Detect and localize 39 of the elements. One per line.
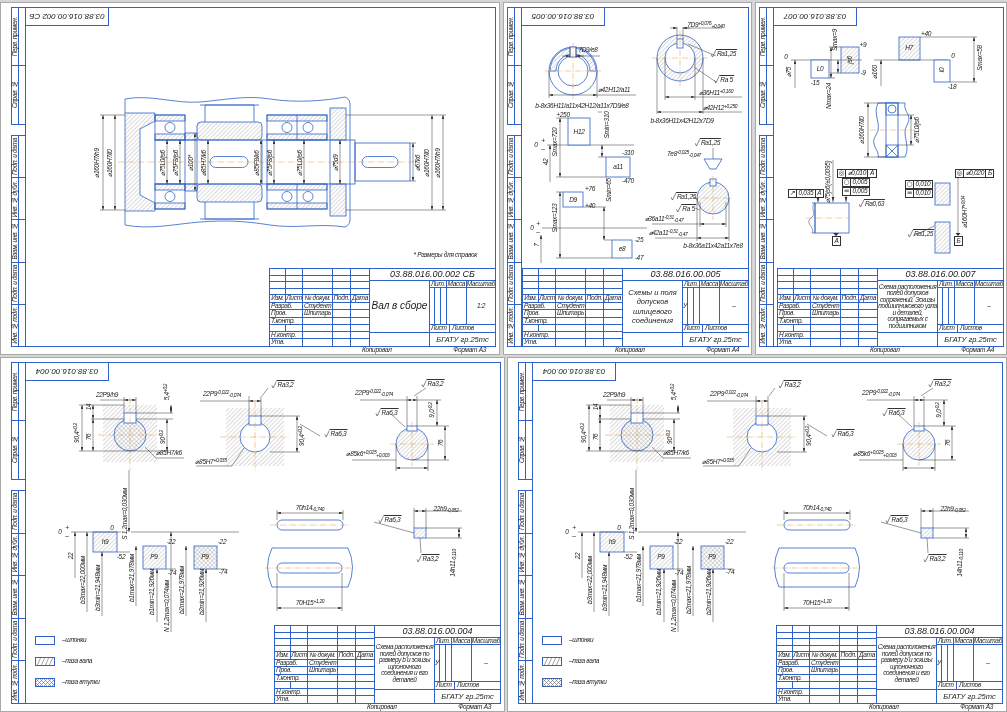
drawing-number-stamp: 03.88.016.00.005 <box>522 8 605 26</box>
roughness-sign-icon <box>882 409 888 416</box>
hatched-swatch-icon <box>35 657 55 666</box>
cross-hatched-swatch-icon <box>35 678 55 687</box>
roughness-sign-icon <box>694 139 700 146</box>
drawing-title: Вал в сборе <box>371 300 428 313</box>
roughness-sign-icon <box>923 555 929 562</box>
roughness-sign-icon <box>324 430 330 437</box>
roughness-sign-icon <box>907 230 913 237</box>
plain-swatch-icon <box>35 636 55 645</box>
roughness-sign-icon <box>831 430 837 437</box>
roughness-sign-icon <box>928 380 934 387</box>
drawing-number: 03.88.016.00.004 <box>402 627 473 636</box>
drawing-number-stamp: 03.88.016.00.004 <box>26 363 109 381</box>
roughness-sign-icon <box>885 516 891 523</box>
drawing-number-stamp: 03.88.016.00.004 <box>533 363 616 381</box>
drawing-number-stamp: 03.88.016.00.002 СБ <box>26 8 109 26</box>
shaft-journal-drawing <box>805 202 851 234</box>
cross-hatched-swatch-icon <box>542 678 562 687</box>
hatched-swatch-icon <box>542 657 562 666</box>
roughness-sign-icon <box>378 516 384 523</box>
drawing-number: 03.88.016.00.004 <box>904 627 975 636</box>
plain-swatch-icon <box>542 636 562 645</box>
roughness-sign-icon <box>375 409 381 416</box>
dimension-line <box>831 159 835 203</box>
roughness-sign-icon <box>778 381 784 388</box>
roughness-sign-icon <box>421 380 427 387</box>
roughness-sign-icon <box>271 381 277 388</box>
drawing-number: 03.88.016.00.002 СБ <box>390 270 475 279</box>
roughness-sign-icon <box>710 50 716 57</box>
drawing-number-stamp: 03.88.016.00.007 <box>774 8 857 26</box>
roughness-sign-icon <box>714 76 720 83</box>
roughness-sign-icon <box>858 200 864 207</box>
drawing-number: 03.88.016.00.007 <box>905 270 976 279</box>
housing-wall-drawing <box>934 182 951 254</box>
drawing-number: 03.88.016.00.005 <box>650 270 721 279</box>
datum-leader <box>833 232 839 237</box>
roughness-sign-icon <box>416 555 422 562</box>
leader-line <box>912 225 935 237</box>
